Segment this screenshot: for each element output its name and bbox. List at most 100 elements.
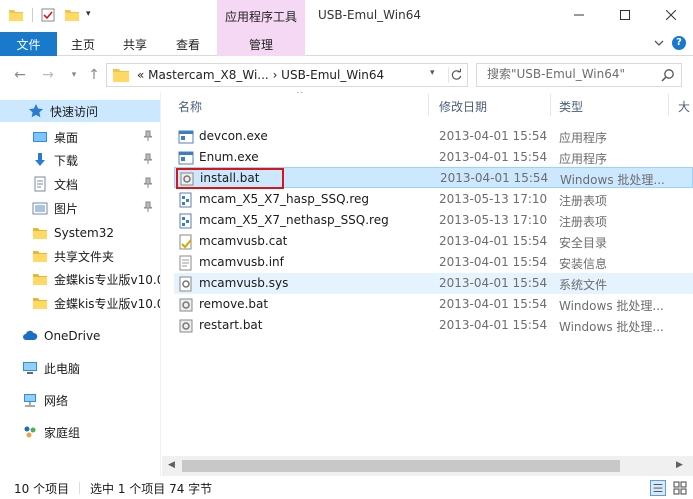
- forward-arrow-icon[interactable]: →: [40, 67, 56, 83]
- nav-item-kingdee-1[interactable]: 金蝶kis专业版v10.0: [0, 268, 160, 290]
- annotation-highlight-box: [176, 168, 284, 189]
- file-date: 2013-05-13 17:10: [439, 192, 548, 206]
- file-date: 2013-04-01 15:54: [439, 150, 548, 164]
- search-box[interactable]: [476, 63, 682, 87]
- minimize-icon: [574, 14, 584, 16]
- column-header-name[interactable]: 名称: [178, 98, 202, 115]
- search-icon[interactable]: [661, 68, 675, 82]
- new-folder-icon[interactable]: [64, 7, 80, 23]
- file-row-cat[interactable]: mcamvusb.cat 2013-04-01 15:54 安全目录: [174, 231, 693, 252]
- back-arrow-icon[interactable]: ←: [12, 67, 28, 83]
- file-type: 系统文件: [559, 278, 608, 292]
- details-view-icon[interactable]: [650, 480, 666, 496]
- folder-icon: [113, 69, 129, 82]
- document-icon: [34, 176, 46, 192]
- column-divider[interactable]: [550, 94, 551, 116]
- address-bar[interactable]: « Mastercam_X8_Wi... › USB-Emul_Win64 ▾: [106, 63, 468, 87]
- file-date: 2013-04-01 15:54: [440, 171, 549, 185]
- nav-item-system32[interactable]: System32: [0, 222, 160, 244]
- tab-share[interactable]: 共享: [114, 32, 156, 56]
- address-path[interactable]: « Mastercam_X8_Wi... › USB-Emul_Win64: [137, 68, 384, 82]
- file-row-remove[interactable]: remove.bat 2013-04-01 15:54 Windows 批处理.…: [174, 294, 693, 315]
- context-tab-header: 应用程序工具: [217, 0, 305, 32]
- file-name: Enum.exe: [199, 150, 259, 164]
- tab-home[interactable]: 主页: [62, 32, 104, 56]
- nav-item-homegroup[interactable]: 家庭组: [0, 421, 160, 443]
- pane-splitter[interactable]: [160, 92, 161, 476]
- column-divider[interactable]: [668, 94, 669, 116]
- maximize-button[interactable]: [602, 0, 648, 30]
- nav-item-onedrive[interactable]: OneDrive: [0, 325, 160, 347]
- column-header-type[interactable]: 类型: [559, 98, 583, 115]
- reg-icon: [179, 192, 192, 208]
- refresh-icon[interactable]: [448, 67, 464, 83]
- file-name: devcon.exe: [199, 129, 268, 143]
- folder-icon[interactable]: [8, 7, 24, 23]
- close-button[interactable]: [648, 0, 693, 30]
- file-name: mcam_X5_X7_hasp_SSQ.reg: [199, 192, 370, 206]
- file-name: mcamvusb.inf: [199, 255, 284, 269]
- large-icons-view-icon[interactable]: [672, 480, 688, 496]
- search-input[interactable]: [487, 67, 647, 81]
- tab-view[interactable]: 查看: [166, 32, 210, 56]
- file-date: 2013-05-13 17:10: [439, 213, 548, 227]
- nav-item-pictures[interactable]: 图片: [0, 197, 160, 219]
- column-header-size[interactable]: 大: [678, 98, 690, 115]
- pin-icon[interactable]: [142, 201, 154, 213]
- nav-item-quick-access[interactable]: 快速访问: [0, 100, 160, 122]
- help-icon[interactable]: ?: [672, 36, 686, 50]
- up-arrow-icon[interactable]: ↑: [86, 67, 102, 83]
- file-date: 2013-04-01 15:54: [439, 129, 548, 143]
- column-divider[interactable]: [428, 94, 429, 116]
- column-header-date[interactable]: 修改日期: [439, 98, 487, 115]
- navigation-row: ← → ▾ ↑ « Mastercam_X8_Wi... › USB-Emul_…: [0, 57, 693, 92]
- file-date: 2013-04-01 15:54: [439, 318, 548, 332]
- file-row-hasp-reg[interactable]: mcam_X5_X7_hasp_SSQ.reg 2013-05-13 17:10…: [174, 189, 693, 210]
- scroll-left-icon[interactable]: ◀: [168, 460, 175, 470]
- file-date: 2013-04-01 15:54: [439, 234, 548, 248]
- file-row-inf[interactable]: mcamvusb.inf 2013-04-01 15:54 安装信息: [174, 252, 693, 273]
- pin-icon[interactable]: [142, 153, 154, 165]
- nav-item-label: 家庭组: [44, 425, 81, 440]
- maximize-icon: [620, 10, 630, 20]
- file-row-sys[interactable]: mcamvusb.sys 2013-04-01 15:54 系统文件: [174, 273, 693, 294]
- address-dropdown-icon[interactable]: ▾: [430, 68, 435, 78]
- nav-item-documents[interactable]: 文档: [0, 173, 160, 195]
- customize-quick-access-icon[interactable]: ▾: [86, 9, 91, 19]
- scroll-right-icon[interactable]: ▶: [676, 460, 683, 470]
- minimize-button[interactable]: [556, 0, 602, 30]
- nav-item-label: OneDrive: [44, 329, 101, 343]
- window-title: USB-Emul_Win64: [318, 8, 421, 22]
- network-icon: [24, 394, 36, 407]
- nav-item-this-pc[interactable]: 此电脑: [0, 357, 160, 379]
- nav-item-label: 快速访问: [50, 104, 99, 119]
- file-name: restart.bat: [199, 318, 263, 332]
- chevron-down-icon[interactable]: [652, 36, 666, 50]
- tab-manage[interactable]: 管理: [217, 32, 305, 56]
- properties-icon[interactable]: [40, 7, 56, 23]
- file-row-enum[interactable]: Enum.exe 2013-04-01 15:54 应用程序: [174, 147, 693, 168]
- reg-icon: [179, 213, 192, 229]
- file-row-restart[interactable]: restart.bat 2013-04-01 15:54 Windows 批处理…: [174, 315, 693, 336]
- nav-item-downloads[interactable]: 下载: [0, 149, 160, 171]
- nav-item-kingdee-2[interactable]: 金蝶kis专业版v10.0: [0, 292, 160, 314]
- download-icon: [35, 153, 45, 166]
- scrollbar-thumb[interactable]: [182, 460, 620, 472]
- recent-locations-icon[interactable]: ▾: [66, 67, 82, 83]
- nav-item-label: 桌面: [54, 130, 79, 145]
- nav-item-desktop[interactable]: 桌面: [0, 126, 160, 148]
- pin-icon[interactable]: [142, 177, 154, 189]
- nav-item-label: 金蝶kis专业版v10.0: [54, 296, 160, 311]
- file-type: 应用程序: [559, 131, 608, 145]
- nav-item-network[interactable]: 网络: [0, 389, 160, 411]
- file-date: 2013-04-01 15:54: [439, 276, 548, 290]
- nav-item-label: 金蝶kis专业版v10.0: [54, 272, 160, 287]
- horizontal-scrollbar[interactable]: ◀ ▶: [162, 456, 693, 476]
- navigation-pane: 快速访问 桌面 下载 文档 图片 System32 共享文件夹 金蝶kis专业版…: [0, 92, 160, 476]
- cat-icon: [179, 234, 192, 250]
- pin-icon[interactable]: [142, 130, 154, 142]
- tab-file[interactable]: 文件: [0, 32, 57, 56]
- file-row-nethasp-reg[interactable]: mcam_X5_X7_nethasp_SSQ.reg 2013-05-13 17…: [174, 210, 693, 231]
- nav-item-shared-folder[interactable]: 共享文件夹: [0, 245, 160, 267]
- file-row-devcon[interactable]: devcon.exe 2013-04-01 15:54 应用程序: [174, 126, 693, 147]
